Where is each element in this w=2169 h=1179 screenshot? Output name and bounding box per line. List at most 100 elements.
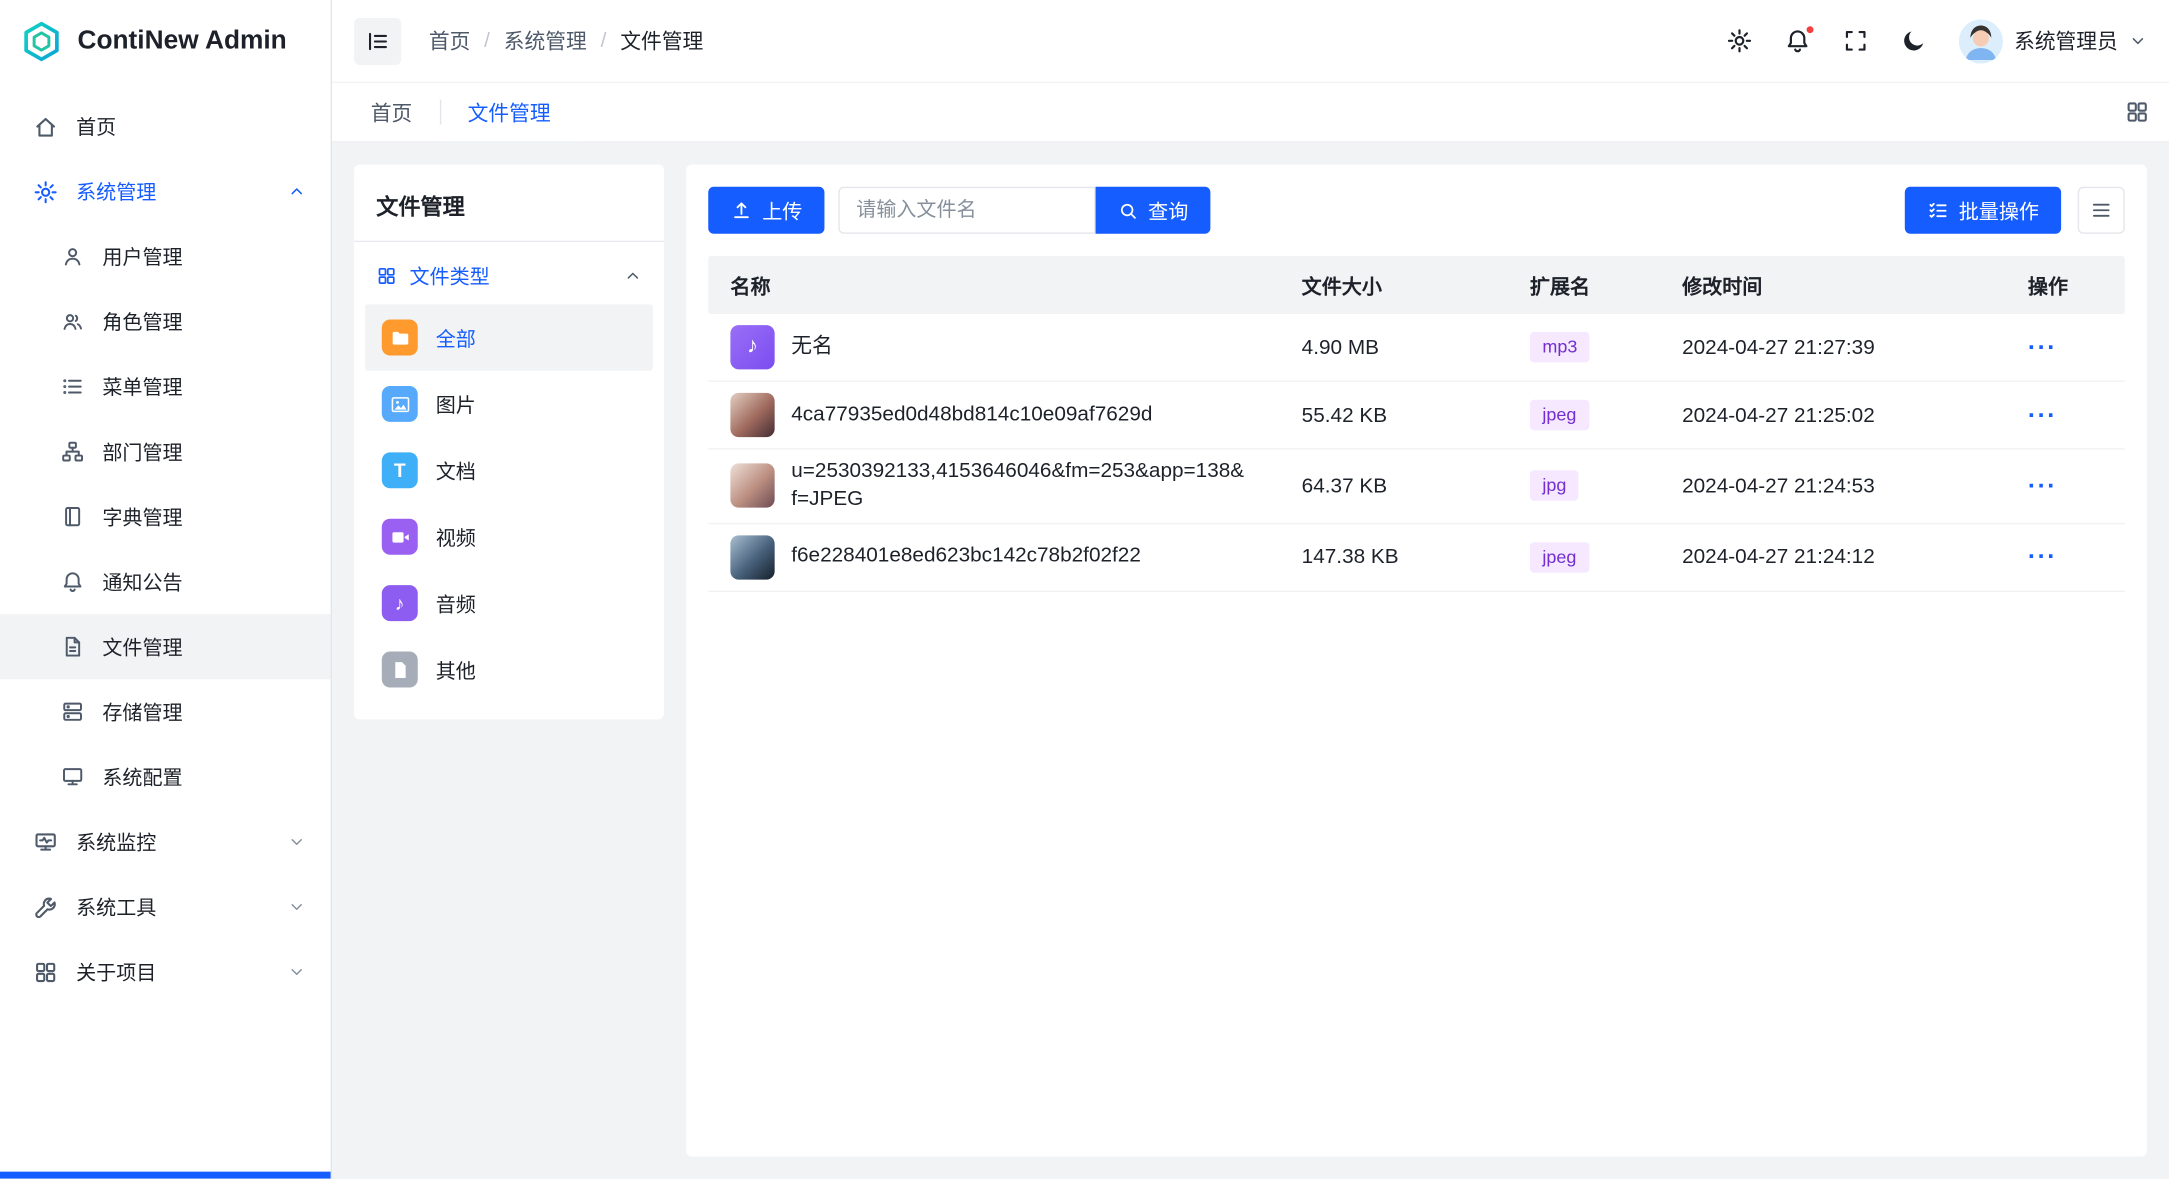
header-actions: 系统管理员 <box>1726 19 2147 63</box>
menu-fold-icon <box>365 28 390 53</box>
bell-icon <box>61 570 85 594</box>
gear-icon <box>33 179 58 204</box>
main-content: 文件管理 文件类型 全部 图片 <box>332 142 2169 1178</box>
row-more-button[interactable]: ··· <box>2028 333 2057 361</box>
audio-file-thumbnail: ♪ <box>730 325 774 369</box>
row-more-button[interactable]: ··· <box>2028 400 2057 428</box>
table-row[interactable]: ♪ 无名 4.90 MB mp3 2024-04-27 21:27:39 ··· <box>708 314 2124 382</box>
sidebar-collapse-button[interactable] <box>354 17 401 64</box>
sidebar-group-about[interactable]: 关于项目 <box>0 939 331 1004</box>
file-type-all[interactable]: 全部 <box>365 304 653 370</box>
sidebar-group-tools[interactable]: 系统工具 <box>0 874 331 939</box>
list-icon <box>61 375 85 399</box>
grid-small-icon <box>376 266 397 287</box>
document-icon: T <box>382 452 418 488</box>
dark-mode-moon-icon[interactable] <box>1901 27 1929 55</box>
upload-icon <box>730 199 752 221</box>
sidebar-item-menus[interactable]: 菜单管理 <box>0 354 331 419</box>
toolbar: 上传 查询 批量操作 <box>708 187 2124 234</box>
search-icon <box>1118 200 1139 221</box>
sidebar-item-users[interactable]: 用户管理 <box>0 224 331 289</box>
header-name: 名称 <box>708 270 1301 299</box>
sidebar-item-config[interactable]: 系统配置 <box>0 744 331 809</box>
table-row[interactable]: f6e228401e8ed623bc142c78b2f02f22 147.38 … <box>708 524 2124 592</box>
table-row[interactable]: u=2530392133,4153646046&fm=253&app=138&f… <box>708 450 2124 524</box>
file-type-images[interactable]: 图片 <box>365 371 653 437</box>
notifications-bell-icon[interactable] <box>1784 27 1812 55</box>
sidebar-item-dictionary[interactable]: 字典管理 <box>0 484 331 549</box>
sidebar-item-roles[interactable]: 角色管理 <box>0 289 331 354</box>
chevron-down-icon <box>286 962 305 981</box>
chevron-down-icon <box>2129 32 2147 50</box>
user-name: 系统管理员 <box>2014 26 2118 55</box>
upload-button[interactable]: 上传 <box>708 187 824 234</box>
breadcrumb-system[interactable]: 系统管理 <box>504 26 587 55</box>
file-type-other[interactable]: 其他 <box>365 636 653 702</box>
sidebar-item-notice[interactable]: 通知公告 <box>0 549 331 614</box>
logo-icon <box>19 19 63 63</box>
grid-icon <box>33 959 58 984</box>
sidebar-item-home[interactable]: 首页 <box>0 94 331 159</box>
sidebar-group-monitor[interactable]: 系统监控 <box>0 809 331 874</box>
sidebar-item-files[interactable]: 文件管理 <box>0 614 331 679</box>
file-size: 64.37 KB <box>1302 474 1530 498</box>
folder-icon <box>382 320 418 356</box>
sidebar-item-storage[interactable]: 存储管理 <box>0 679 331 744</box>
app-logo[interactable]: ContiNew Admin <box>0 0 331 83</box>
sidebar-group-system[interactable]: 系统管理 <box>0 159 331 224</box>
file-size: 4.90 MB <box>1302 335 1530 359</box>
sidebar-item-label: 首页 <box>76 112 116 141</box>
panel-title: 文件管理 <box>354 165 664 241</box>
file-type-documents[interactable]: T 文档 <box>365 437 653 503</box>
file-type-videos[interactable]: 视频 <box>365 504 653 570</box>
chevron-up-icon <box>286 182 305 201</box>
breadcrumb-current: 文件管理 <box>620 26 703 55</box>
chevron-down-icon <box>286 897 305 916</box>
row-more-button[interactable]: ··· <box>2028 471 2057 499</box>
file-name: 无名 <box>791 325 833 370</box>
sidebar-bottom-accent <box>0 1172 331 1179</box>
table-row[interactable]: 4ca77935ed0d48bd814c10e09af7629d 55.42 K… <box>708 382 2124 450</box>
monitor-pulse-icon <box>33 829 58 854</box>
list-check-icon <box>1927 199 1949 221</box>
header-actions: 操作 <box>2028 270 2125 299</box>
user-icon <box>61 245 85 269</box>
file-type-tree-root[interactable]: 文件类型 <box>354 242 664 304</box>
file-name: 4ca77935ed0d48bd814c10e09af7629d <box>791 393 1152 438</box>
tab-file-management[interactable]: 文件管理 <box>440 83 578 141</box>
file-type-audio[interactable]: ♪ 音频 <box>365 570 653 636</box>
ext-tag: mp3 <box>1530 332 1590 362</box>
tab-home[interactable]: 首页 <box>343 83 440 141</box>
file-table-panel: 上传 查询 批量操作 <box>686 165 2147 1157</box>
users-group-icon <box>61 310 85 334</box>
file-name: u=2530392133,4153646046&fm=253&app=138&f… <box>791 450 1247 523</box>
image-file-thumbnail <box>730 535 774 579</box>
sidebar-item-departments[interactable]: 部门管理 <box>0 419 331 484</box>
storage-icon <box>61 700 85 724</box>
monitor-icon <box>61 765 85 789</box>
breadcrumb-separator: / <box>484 29 490 53</box>
sidebar-menu: 首页 系统管理 用户管理 <box>0 83 331 1172</box>
ext-tag: jpg <box>1530 471 1579 501</box>
view-toggle-button[interactable] <box>2078 187 2125 234</box>
book-icon <box>61 505 85 529</box>
file-type-panel: 文件管理 文件类型 全部 图片 <box>354 165 664 720</box>
query-button[interactable]: 查询 <box>1096 187 1211 234</box>
app-root: ContiNew Admin 首页 系统管理 <box>0 0 2169 1179</box>
fullscreen-icon[interactable] <box>1843 27 1871 55</box>
chevron-down-icon <box>286 832 305 851</box>
search-input[interactable] <box>838 187 1095 234</box>
sidebar: ContiNew Admin 首页 系统管理 <box>0 0 332 1179</box>
breadcrumb-separator: / <box>601 29 607 53</box>
file-size: 147.38 KB <box>1302 545 1530 569</box>
breadcrumb-home[interactable]: 首页 <box>429 26 471 55</box>
user-menu[interactable]: 系统管理员 <box>1959 19 2147 63</box>
row-more-button[interactable]: ··· <box>2028 542 2057 570</box>
batch-operations-button[interactable]: 批量操作 <box>1905 187 2061 234</box>
settings-icon[interactable] <box>1726 27 1754 55</box>
home-icon <box>33 114 58 139</box>
toolbar-right: 批量操作 <box>1905 187 2125 234</box>
org-tree-icon <box>61 440 85 464</box>
page-tabs-bar: 首页 文件管理 <box>332 83 2169 142</box>
tabs-grid-icon[interactable] <box>2125 100 2150 125</box>
